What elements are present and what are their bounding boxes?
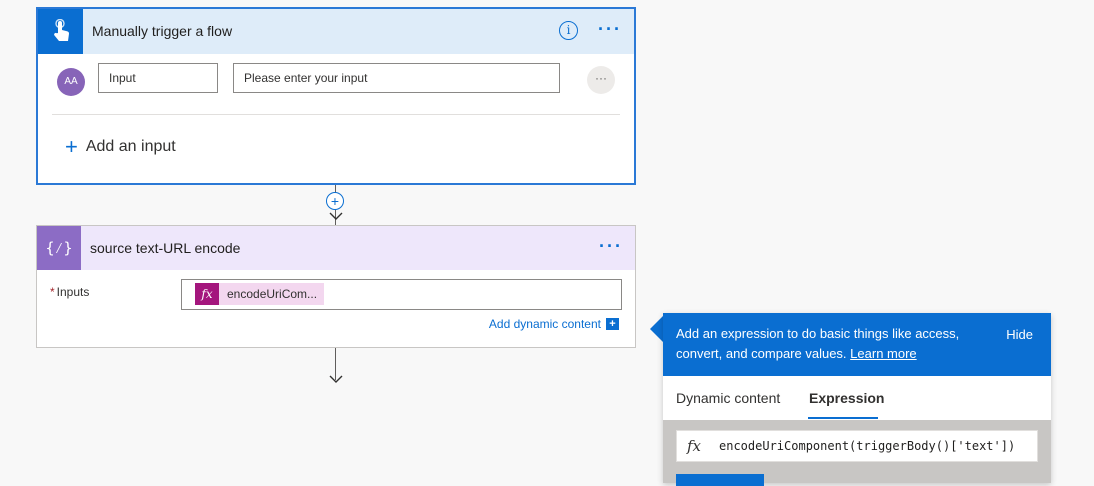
arrow-down-icon	[329, 370, 343, 387]
panel-banner: Add an expression to do basic things lik…	[663, 313, 1051, 376]
add-input-label: Add an input	[85, 138, 176, 155]
function-icon: fx	[195, 283, 219, 305]
input-row-more-icon[interactable]: ···	[587, 66, 615, 94]
avatar: AA	[57, 68, 85, 96]
function-icon: fx	[686, 437, 701, 455]
expression-value: encodeUriComponent(triggerBody()['text']…	[719, 439, 1016, 453]
expression-area: fx encodeUriComponent(triggerBody()['tex…	[663, 420, 1051, 486]
trigger-card-header[interactable]: Manually trigger a flow i ···	[38, 9, 634, 54]
trigger-card[interactable]: Manually trigger a flow i ··· AA Input P…	[36, 7, 636, 185]
plus-icon: +	[65, 134, 78, 159]
active-tab-indicator	[808, 417, 878, 419]
add-dynamic-content-link[interactable]: Add dynamic content +	[489, 317, 619, 331]
tab-dynamic-content[interactable]: Dynamic content	[676, 390, 780, 406]
panel-pointer	[650, 316, 663, 342]
compose-card-title: source text-URL encode	[90, 240, 241, 256]
required-mark: *	[50, 285, 55, 299]
tab-expression[interactable]: Expression	[809, 390, 884, 406]
info-icon[interactable]: i	[559, 21, 578, 40]
banner-text: Add an expression to do basic things lik…	[676, 324, 981, 364]
compose-card[interactable]: {⁄} source text-URL encode ··· * Inputs f…	[36, 225, 636, 348]
add-dynamic-content-label: Add dynamic content	[488, 317, 601, 331]
compose-icon: {⁄}	[37, 226, 81, 270]
touch-icon	[38, 9, 83, 54]
compose-card-header[interactable]: {⁄} source text-URL encode ···	[37, 226, 635, 270]
add-input-button[interactable]: + Add an input	[65, 134, 176, 159]
input-placeholder-field[interactable]: Please enter your input	[233, 63, 560, 93]
inputs-label: * Inputs	[50, 285, 89, 299]
expression-token[interactable]: fx encodeUriCom...	[195, 283, 325, 305]
banner-description: Add an expression to do basic things lik…	[676, 326, 960, 361]
add-dynamic-icon: +	[606, 318, 619, 330]
inputs-field[interactable]: fx encodeUriCom...	[181, 279, 622, 310]
more-options-icon[interactable]: ···	[599, 236, 623, 257]
inputs-label-text: Inputs	[56, 285, 90, 299]
trigger-card-title: Manually trigger a flow	[92, 23, 233, 39]
input-name-field[interactable]: Input	[98, 63, 218, 93]
learn-more-link[interactable]: Learn more	[850, 346, 916, 361]
panel-tabs: Dynamic content Expression	[663, 376, 1051, 420]
arrow-down-icon	[329, 207, 343, 224]
expression-input[interactable]: fx encodeUriComponent(triggerBody()['tex…	[676, 430, 1038, 462]
hide-button[interactable]: Hide	[1006, 327, 1033, 342]
token-label: encodeUriCom...	[227, 287, 318, 301]
more-options-icon[interactable]: ···	[598, 19, 622, 40]
divider	[52, 114, 620, 115]
ok-button[interactable]	[676, 474, 764, 486]
expression-panel: Add an expression to do basic things lik…	[663, 313, 1051, 486]
